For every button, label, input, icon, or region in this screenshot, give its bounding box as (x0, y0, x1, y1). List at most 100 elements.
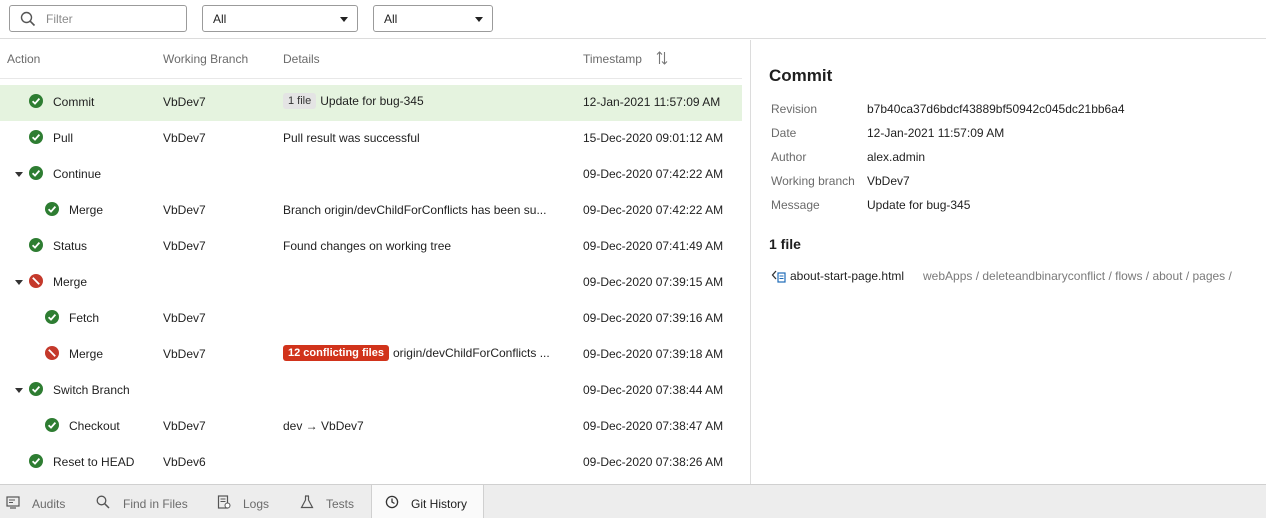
file-count-badge: 1 file (283, 93, 317, 109)
details-text: Pull result was successful (283, 131, 420, 145)
success-check-icon (29, 454, 43, 468)
success-check-icon (29, 382, 43, 396)
table-row[interactable]: Pull VbDev7 Pull result was successful 15-D… (0, 121, 742, 157)
message-label: Message (771, 198, 820, 212)
action-cell: Merge (53, 275, 88, 289)
tab-find-in-files[interactable]: Find in Files (88, 485, 198, 518)
audits-icon (6, 496, 20, 509)
filter-input[interactable] (46, 10, 181, 28)
clock-icon (385, 495, 399, 509)
status-filter-select[interactable]: All (373, 5, 493, 32)
date-label: Date (771, 126, 797, 140)
success-check-icon (45, 418, 59, 432)
table-row[interactable]: Checkout VbDev7 dev → VbDev7 09-Dec-2020 07… (0, 409, 742, 445)
tab-logs-label: Logs (243, 497, 270, 511)
table-row[interactable]: Status VbDev7 Found changes on working tre… (0, 229, 742, 265)
sort-icon[interactable] (656, 51, 668, 65)
details-cell: 12 conflicting files origin/devChildForCo… (283, 345, 573, 361)
html-file-icon (771, 270, 786, 283)
search-icon (20, 11, 36, 27)
success-check-icon (45, 202, 59, 216)
details-text: Found changes on working tree (283, 239, 452, 253)
action-cell: Reset to HEAD (53, 455, 135, 469)
tab-tests[interactable]: Tests (290, 485, 362, 518)
files-title: 1 file (769, 236, 801, 252)
action-cell: Merge (69, 347, 104, 361)
chevron-down-icon (340, 17, 348, 22)
timestamp-cell: 09-Dec-2020 07:39:18 AM (583, 347, 724, 361)
action-cell: Pull (53, 131, 74, 145)
history-table: Action Working Branch Details Timestamp … (0, 40, 750, 484)
column-header-action[interactable]: Action (7, 52, 40, 66)
conflict-badge: 12 conflicting files (283, 345, 389, 361)
commit-detail-pane: Commit Revision b7b40ca37d6bdcf43889bf50… (751, 40, 1266, 484)
success-check-icon (29, 166, 43, 180)
success-check-icon (29, 238, 43, 252)
action-filter-select[interactable]: All (202, 5, 358, 32)
details-cell: dev → VbDev7 (283, 419, 573, 433)
detail-title: Commit (769, 66, 833, 85)
tab-git-history-label: Git History (411, 497, 468, 511)
logs-icon (217, 495, 231, 509)
expand-toggle-icon[interactable] (15, 388, 23, 393)
timestamp-cell: 09-Dec-2020 07:41:49 AM (583, 239, 724, 253)
tab-audits-label: Audits (32, 497, 66, 511)
branch-cell: VbDev7 (163, 203, 206, 217)
search-icon (96, 495, 110, 509)
table-row[interactable]: Reset to HEAD VbDev6 09-Dec-2020 07:38:26 … (0, 445, 742, 481)
author-value: alex.admin (867, 150, 926, 164)
column-header-branch[interactable]: Working Branch (163, 52, 248, 66)
branch-cell: VbDev7 (163, 239, 206, 253)
table-row[interactable]: Fetch VbDev7 09-Dec-2020 07:39:16 AM (0, 301, 742, 337)
column-header-details[interactable]: Details (283, 52, 320, 66)
branch-cell: VbDev7 (163, 419, 206, 433)
working-branch-value: VbDev7 (867, 174, 910, 188)
status-filter-value: All (384, 12, 398, 26)
action-filter-value: All (213, 12, 227, 26)
timestamp-cell: 15-Dec-2020 09:01:12 AM (583, 131, 724, 145)
file-name[interactable]: about-start-page.html (790, 269, 904, 283)
table-row[interactable]: Merge VbDev7 Branch origin/devChildForConf… (0, 193, 742, 229)
column-header-timestamp[interactable]: Timestamp (583, 52, 642, 66)
branch-cell: VbDev7 (163, 131, 206, 145)
action-cell: Fetch (69, 311, 100, 325)
expand-toggle-icon[interactable] (15, 280, 23, 285)
timestamp-cell: 09-Dec-2020 07:42:22 AM (583, 203, 724, 217)
action-cell: Status (53, 239, 88, 253)
tab-find-in-files-label: Find in Files (123, 497, 188, 511)
details-cell: Found changes on working tree (283, 239, 573, 253)
timestamp-cell: 09-Dec-2020 07:39:16 AM (583, 311, 724, 325)
tab-tests-label: Tests (326, 497, 355, 511)
tab-logs[interactable]: Logs (208, 485, 280, 518)
chevron-down-icon (475, 17, 483, 22)
table-row[interactable]: Commit VbDev7 1 file Update for bug-345 12-J… (0, 85, 742, 121)
tab-audits[interactable]: Audits (0, 485, 80, 518)
error-blocked-icon (45, 346, 59, 360)
action-cell: Continue (53, 167, 102, 181)
timestamp-cell: 09-Dec-2020 07:38:26 AM (583, 455, 724, 469)
action-cell: Commit (53, 95, 95, 109)
details-text: dev → VbDev7 (283, 419, 364, 433)
message-value: Update for bug-345 (867, 198, 971, 212)
working-branch-label: Working branch (771, 174, 855, 188)
details-text: Branch origin/devChildForConflicts has b… (283, 203, 547, 217)
action-cell: Merge (69, 203, 104, 217)
table-row[interactable]: Switch Branch 09-Dec-2020 07:38:44 AM (0, 373, 742, 409)
table-row[interactable]: Merge VbDev7 12 conflicting files origin/de… (0, 337, 742, 373)
table-row[interactable]: Continue 09-Dec-2020 07:42:22 AM (0, 157, 742, 193)
expand-toggle-icon[interactable] (15, 172, 23, 177)
timestamp-cell: 12-Jan-2021 11:57:09 AM (583, 95, 721, 109)
success-check-icon (29, 94, 43, 108)
details-cell: 1 file Update for bug-345 (283, 93, 573, 109)
timestamp-cell: 09-Dec-2020 07:38:47 AM (583, 419, 724, 433)
timestamp-cell: 09-Dec-2020 07:38:44 AM (583, 383, 724, 397)
error-blocked-icon (29, 274, 43, 288)
action-cell: Checkout (69, 419, 120, 433)
branch-cell: VbDev7 (163, 95, 206, 109)
filter-field[interactable] (9, 5, 187, 32)
bottom-panel-tabs: Audits Find in Files Logs Tests Git Hist… (0, 484, 1266, 518)
table-row[interactable]: Merge 09-Dec-2020 07:39:15 AM (0, 265, 742, 301)
details-text: Update for bug-345 (320, 94, 424, 108)
flask-icon (300, 495, 314, 509)
tab-git-history[interactable]: Git History (371, 485, 484, 518)
